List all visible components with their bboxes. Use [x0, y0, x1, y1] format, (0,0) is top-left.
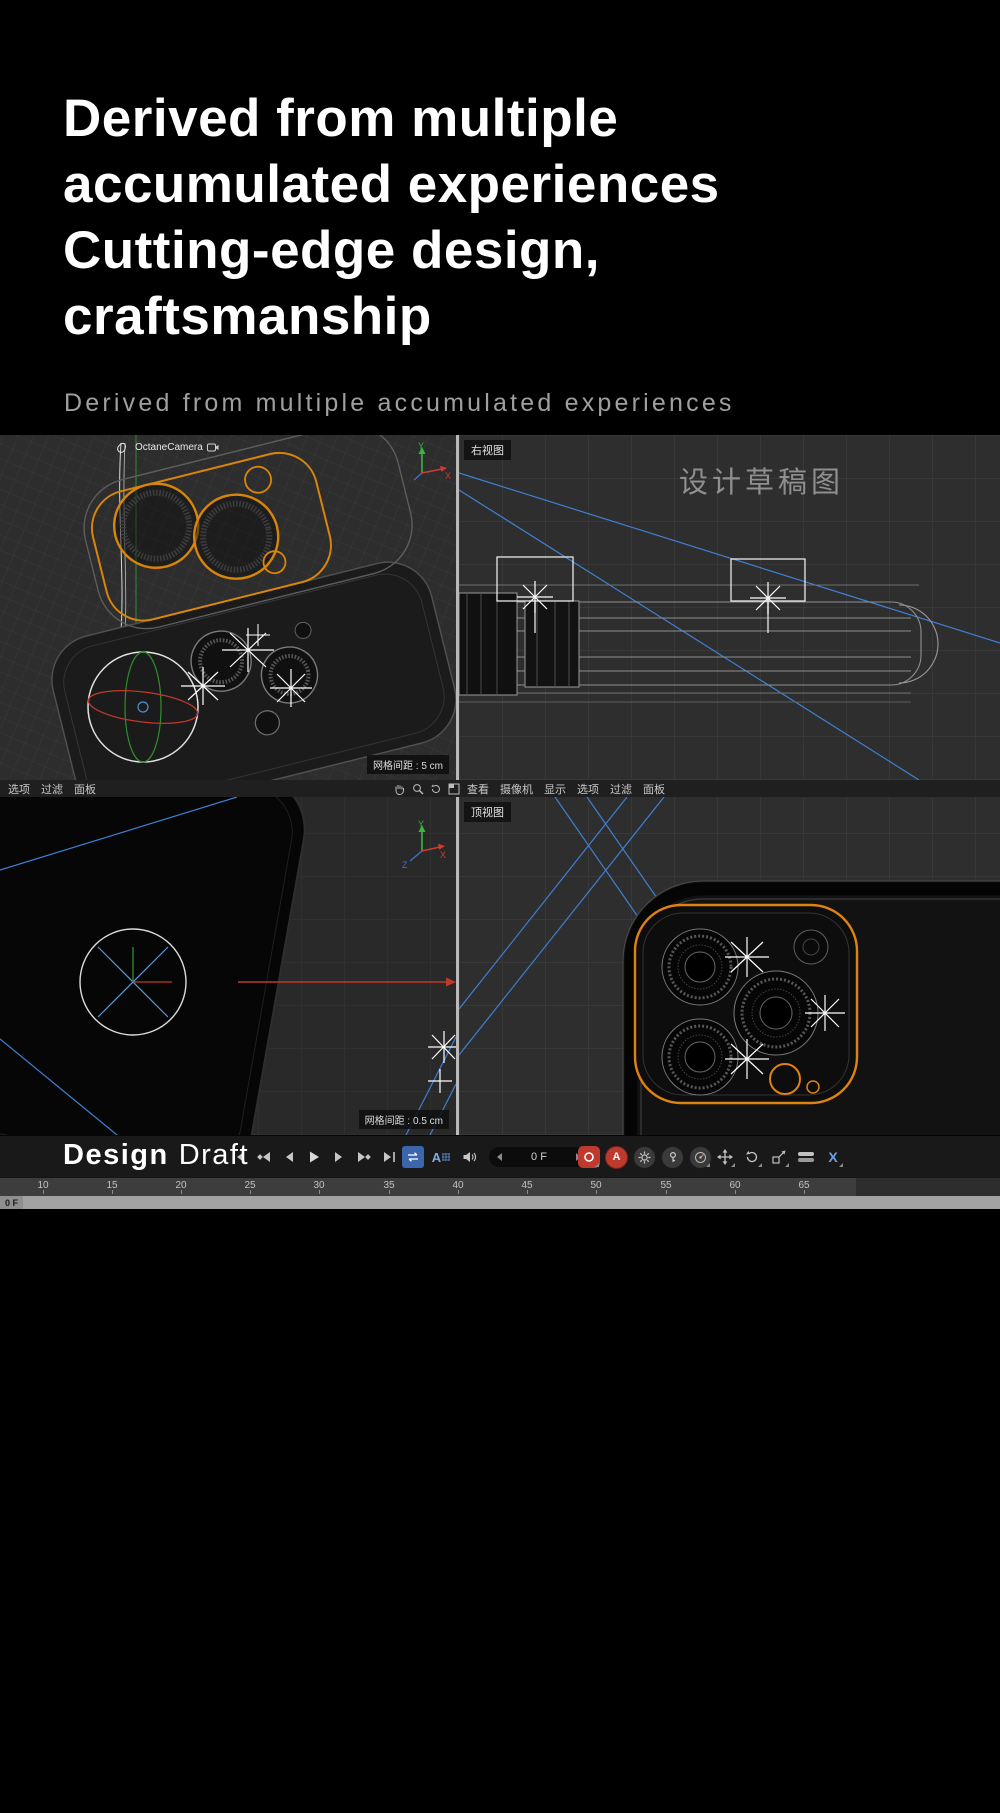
frame-field-group: 0 F [489, 1136, 589, 1178]
ruler-tick: 50 [585, 1180, 607, 1191]
playback-controls [228, 1136, 400, 1178]
ruler-tick: 40 [447, 1180, 469, 1191]
autokey-letter: A [613, 1151, 621, 1163]
c4d-editor-screenshot: OctaneCamera Y X 网格间距 : 5 cm [0, 435, 1000, 1209]
key-filter-controls: X [714, 1136, 844, 1178]
page-title: Derived from multiple accumulated experi… [63, 86, 720, 350]
play-button[interactable] [303, 1146, 325, 1168]
viewport-divider[interactable] [456, 435, 459, 780]
grid-spacing-label: 网格间距 : 5 cm [367, 755, 449, 774]
position-record-button[interactable] [714, 1146, 736, 1168]
loop-mode-button[interactable] [402, 1146, 424, 1168]
viewport-divider[interactable] [456, 797, 459, 1135]
axis-z-label: Z [402, 860, 408, 869]
pan-hand-icon[interactable] [393, 782, 406, 795]
viewport-nav-icons [393, 782, 460, 795]
title-line: accumulated experiences [63, 152, 720, 218]
camera-label-text: OctaneCamera [135, 442, 203, 453]
axis-x-label: X [440, 850, 446, 860]
current-frame-field[interactable]: 0 F [489, 1147, 589, 1167]
scale-record-button[interactable] [768, 1146, 790, 1168]
grid-spacing-label: 网格间距 : 0.5 cm [359, 1110, 449, 1129]
axis-y-label: Y [418, 441, 424, 451]
ruler-tick: 20 [170, 1180, 192, 1191]
title-line: Cutting-edge design, [63, 218, 720, 284]
ruler-tick: 25 [239, 1180, 261, 1191]
ruler-tick: 35 [378, 1180, 400, 1191]
ruler-tick: 30 [308, 1180, 330, 1191]
camera-label[interactable]: OctaneCamera [135, 442, 219, 453]
menu-item-panel2[interactable]: 面板 [643, 781, 665, 797]
menu-item-panel[interactable]: 面板 [74, 781, 96, 797]
viewport-top[interactable]: 顶视图 [459, 797, 1000, 1135]
camera-module-wireframe [459, 797, 1000, 1135]
rotate-view-icon[interactable] [429, 782, 442, 795]
title-line: Derived from multiple [63, 86, 720, 152]
ruler-tick: 60 [724, 1180, 746, 1191]
menu-item-view[interactable]: 查看 [467, 781, 489, 797]
title-line: craftsmanship [63, 284, 720, 350]
ruler-tick: 55 [655, 1180, 677, 1191]
viewport-menubar: 选项 过滤 面板 查看 摄像机 显示 选项 过滤 [0, 780, 1000, 797]
ruler-tick: 45 [516, 1180, 538, 1191]
keyframe-settings-button[interactable] [633, 1146, 656, 1169]
phone-front-wireframe [0, 797, 456, 1135]
design-draft-overlay: Design Draft [63, 1139, 249, 1172]
x-axis-lock-button[interactable]: X [822, 1146, 844, 1168]
frame-value: 0 F [531, 1151, 547, 1163]
menu-item-options[interactable]: 选项 [8, 781, 30, 797]
rotation-record-button[interactable] [741, 1146, 763, 1168]
frame-step-back-icon[interactable] [497, 1153, 502, 1161]
parameter-bars-button[interactable] [795, 1146, 817, 1168]
axis-y-label: Y [418, 819, 424, 829]
axis-gizmo: Y X [400, 439, 452, 487]
menu-item-filter[interactable]: 过滤 [41, 781, 63, 797]
ruler-tick: 65 [793, 1180, 815, 1191]
ruler-tick: 15 [101, 1180, 123, 1191]
solo-letter: A [432, 1150, 441, 1165]
viewport-tag: 右视图 [464, 440, 511, 460]
exploded-case-wireframe [0, 435, 456, 780]
watermark-text: 设计草稿图 [679, 459, 844, 501]
sound-button[interactable] [458, 1146, 480, 1168]
menu-item-cameras[interactable]: 摄像机 [500, 781, 533, 797]
overlay-word-light: Draft [179, 1139, 249, 1171]
menu-item-options2[interactable]: 选项 [577, 781, 599, 797]
minmax-mode-button[interactable] [689, 1146, 712, 1169]
next-key-button[interactable] [353, 1146, 375, 1168]
viewport-right[interactable]: 右视图 设计草稿图 [459, 435, 1000, 780]
key-selection-button[interactable] [661, 1146, 684, 1169]
prev-frame-button[interactable] [278, 1146, 300, 1168]
viewport-perspective[interactable]: OctaneCamera Y X 网格间距 : 5 cm [0, 435, 456, 780]
playback-mode-controls: A [402, 1136, 480, 1178]
prev-key-button[interactable] [253, 1146, 275, 1168]
overlay-word-bold: Design [63, 1139, 169, 1171]
record-keyframe-button[interactable] [578, 1146, 600, 1168]
next-frame-button[interactable] [328, 1146, 350, 1168]
ruler-tick: 10 [32, 1180, 54, 1191]
autokey-button[interactable]: A [605, 1146, 628, 1169]
menu-item-filter2[interactable]: 过滤 [610, 781, 632, 797]
x-axis-letter: X [828, 1149, 837, 1165]
record-controls: A [578, 1136, 712, 1178]
camera-icon [207, 443, 219, 452]
menu-item-display[interactable]: 显示 [544, 781, 566, 797]
frame-marker-label: 0 F [5, 1198, 18, 1208]
axis-x-label: X [445, 471, 451, 481]
maximize-view-icon[interactable] [447, 782, 460, 795]
page: Derived from multiple accumulated experi… [0, 0, 1000, 1813]
current-frame-marker[interactable]: 0 F [0, 1196, 23, 1209]
timeline-ruler[interactable]: 10 15 20 25 30 35 40 45 50 55 60 65 [0, 1177, 1000, 1197]
viewport-tag: 顶视图 [464, 802, 511, 822]
jump-end-button[interactable] [378, 1146, 400, 1168]
hero-subtitle: Derived from multiple accumulated experi… [64, 389, 735, 418]
timeline-power-slider[interactable]: 0 F [0, 1196, 1000, 1209]
viewport-front[interactable]: Y X Z 网格间距 : 0.5 cm [0, 797, 456, 1135]
solo-animation-button[interactable]: A [430, 1146, 452, 1168]
axis-gizmo: Y X Z [396, 817, 448, 869]
out-of-range-shade [856, 1178, 1000, 1197]
zoom-view-icon[interactable] [411, 782, 424, 795]
